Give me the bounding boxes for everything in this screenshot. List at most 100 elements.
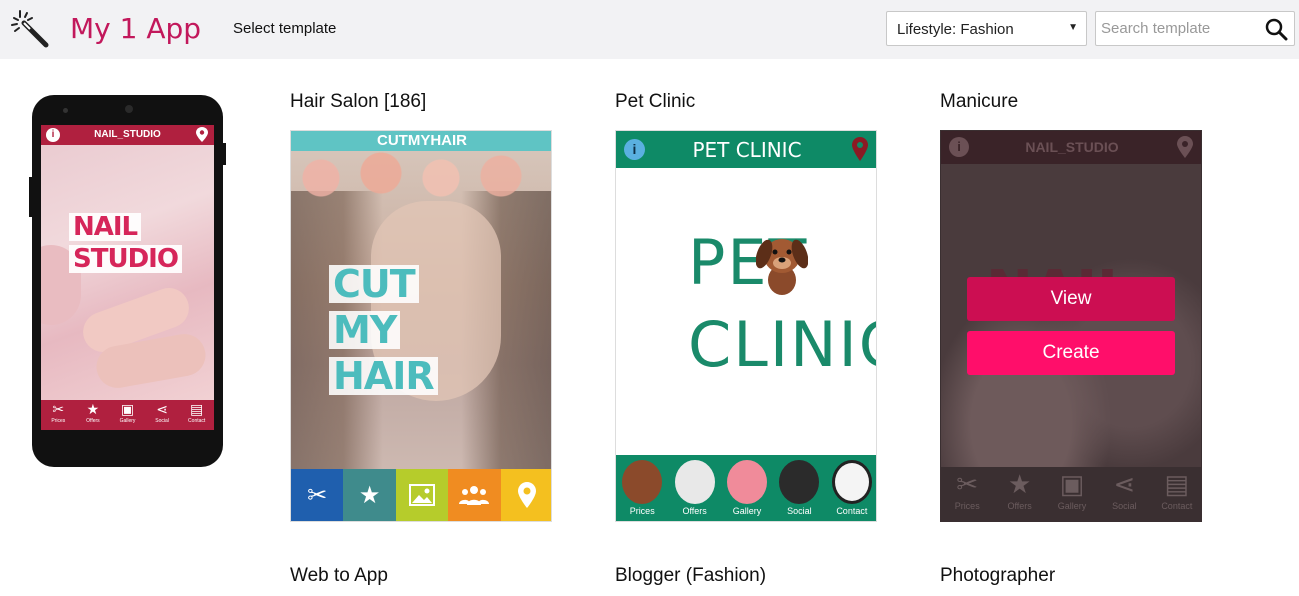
phone-screen-title: NAIL_STUDIO — [94, 129, 161, 140]
dog-icon — [756, 239, 808, 295]
search-icon[interactable] — [1264, 17, 1288, 41]
nav-label: Prices — [51, 418, 66, 424]
nav-label: Gallery — [119, 418, 136, 424]
nav-label: Social — [787, 506, 812, 516]
nav-prices: Prices — [616, 455, 668, 521]
nav-label: Gallery — [1057, 501, 1087, 511]
hair-salon-nav-bar: ✂ ★ — [291, 469, 551, 521]
map-pin-icon — [500, 469, 551, 521]
category-select-value: Lifestyle: Fashion — [897, 21, 1014, 38]
manicure-header: i NAIL_STUDIO — [941, 131, 1201, 164]
nav-contact: Contact — [826, 455, 876, 521]
app-title[interactable]: My 1 App — [70, 12, 201, 45]
template-title-photographer[interactable]: Photographer — [940, 565, 1055, 587]
nav-social: Social — [773, 455, 825, 521]
cat-icon — [674, 460, 715, 504]
pet-clinic-body: PET CLINIC — [616, 168, 876, 456]
category-select[interactable]: Lifestyle: Fashion ▼ — [886, 11, 1087, 46]
phone-camera — [125, 105, 133, 113]
template-thumbnail-hair-salon[interactable]: CUTMYHAIR CUT MY HAIR ✂ ★ — [290, 130, 552, 522]
nav-offers: ★ Offers — [993, 467, 1045, 521]
pet-clinic-line2: CLINIC — [688, 308, 876, 381]
image-icon: ▣ — [1059, 469, 1085, 499]
nav-contact: ▤ Contact — [1151, 467, 1201, 521]
nav-gallery: ▣ Gallery — [1046, 467, 1098, 521]
hair-salon-header: CUTMYHAIR — [291, 131, 551, 151]
hair-salon-word-hair: HAIR — [329, 357, 438, 395]
nav-label: Offers — [682, 506, 707, 516]
nav-label: Contact — [1161, 501, 1193, 511]
nav-label: Contact — [188, 418, 206, 424]
nav-label: Contact — [836, 506, 868, 516]
hair-salon-photo-flowers — [291, 148, 551, 210]
template-title-pet-clinic[interactable]: Pet Clinic — [615, 91, 695, 113]
contact-book-icon: ▤ — [1164, 469, 1190, 499]
template-title-blogger-fashion[interactable]: Blogger (Fashion) — [615, 565, 766, 587]
nav-label: Social — [1112, 501, 1137, 511]
manicure-nav: ✂ Prices ★ Offers ▣ Gallery ⋖ Social ▤ Contac… — [941, 467, 1201, 521]
nav-prices: ✂ Prices — [941, 467, 993, 521]
pet-clinic-header: i PET CLINIC — [616, 131, 876, 168]
star-icon: ★ — [1007, 469, 1032, 499]
nav-offers: Offers — [668, 455, 720, 521]
nav-contact: ▤ Contact — [179, 400, 214, 430]
view-button[interactable]: View — [967, 277, 1175, 321]
star-icon: ★ — [86, 401, 100, 417]
hair-salon-word-cut: CUT — [329, 265, 419, 303]
nail-studio-line1: NAIL — [69, 213, 142, 241]
nav-gallery: Gallery — [721, 455, 773, 521]
scissors-icon: ✂ — [956, 469, 979, 499]
nav-prices: ✂ Prices — [41, 400, 76, 430]
template-title-web-to-app[interactable]: Web to App — [290, 565, 388, 587]
nav-label: Gallery — [732, 506, 762, 516]
chevron-down-icon: ▼ — [1068, 22, 1078, 33]
select-template-label: Select template — [233, 20, 337, 37]
scissors-icon: ✂ — [291, 469, 344, 521]
nail-studio-line2: STUDIO — [69, 245, 182, 273]
phone-side-button — [223, 143, 226, 165]
nav-label: Offers — [1007, 501, 1032, 511]
pet-clinic-nav: Prices Offers Gallery Social Contact — [616, 455, 876, 521]
image-icon: ▣ — [120, 401, 135, 417]
search-box[interactable] — [1095, 11, 1295, 46]
contact-book-icon: ▤ — [190, 401, 204, 417]
nav-label: Prices — [629, 506, 655, 516]
nav-label: Prices — [954, 501, 980, 511]
phone-sensor — [63, 108, 68, 113]
phone-screen: i NAIL_STUDIO NAIL STUDIO ✂ Prices ★ Offer… — [41, 125, 214, 430]
panther-icon — [779, 460, 820, 504]
share-icon: ⋖ — [1113, 469, 1136, 499]
phone-side-button — [29, 177, 32, 217]
preview-phone: i NAIL_STUDIO NAIL STUDIO ✂ Prices ★ Offer… — [29, 95, 226, 467]
map-pin-icon — [1177, 136, 1193, 158]
panda-icon — [831, 460, 872, 504]
pig-icon — [727, 460, 768, 504]
nav-offers: ★ Offers — [76, 400, 111, 430]
map-pin-icon — [852, 137, 868, 161]
template-title-manicure[interactable]: Manicure — [940, 91, 1018, 113]
top-bar: My 1 App Select template Lifestyle: Fash… — [0, 0, 1299, 59]
phone-screen-nav: ✂ Prices ★ Offers ▣ Gallery ⋖ Social ▤ Contac… — [41, 400, 214, 430]
template-thumbnail-pet-clinic[interactable]: i PET CLINIC PET CLINIC Prices Offers Ga… — [615, 130, 877, 522]
nav-label: Offers — [86, 418, 100, 424]
manicure-header-title: NAIL_STUDIO — [1025, 139, 1119, 155]
dog-icon — [622, 460, 663, 504]
template-title-hair-salon[interactable]: Hair Salon [186] — [290, 91, 426, 113]
template-thumbnail-manicure[interactable]: NAIL i NAIL_STUDIO View Create ✂Prices ★… — [940, 130, 1202, 522]
star-icon: ★ — [343, 469, 396, 521]
group-icon — [448, 469, 501, 521]
nav-social: ⋖ Social — [145, 400, 180, 430]
phone-screen-header: i NAIL_STUDIO — [41, 125, 214, 145]
map-pin-icon — [196, 127, 208, 142]
image-icon — [395, 469, 449, 521]
nav-gallery: ▣ Gallery — [110, 400, 145, 430]
hair-salon-word-my: MY — [329, 311, 401, 349]
scissors-icon: ✂ — [52, 401, 65, 417]
magic-wand-icon[interactable] — [10, 9, 50, 49]
share-icon: ⋖ — [156, 401, 168, 417]
pet-clinic-header-title: PET CLINIC — [692, 138, 802, 162]
create-button[interactable]: Create — [967, 331, 1175, 375]
search-input[interactable] — [1101, 20, 1251, 37]
nav-label: Social — [155, 418, 169, 424]
nav-social: ⋖ Social — [1098, 467, 1150, 521]
